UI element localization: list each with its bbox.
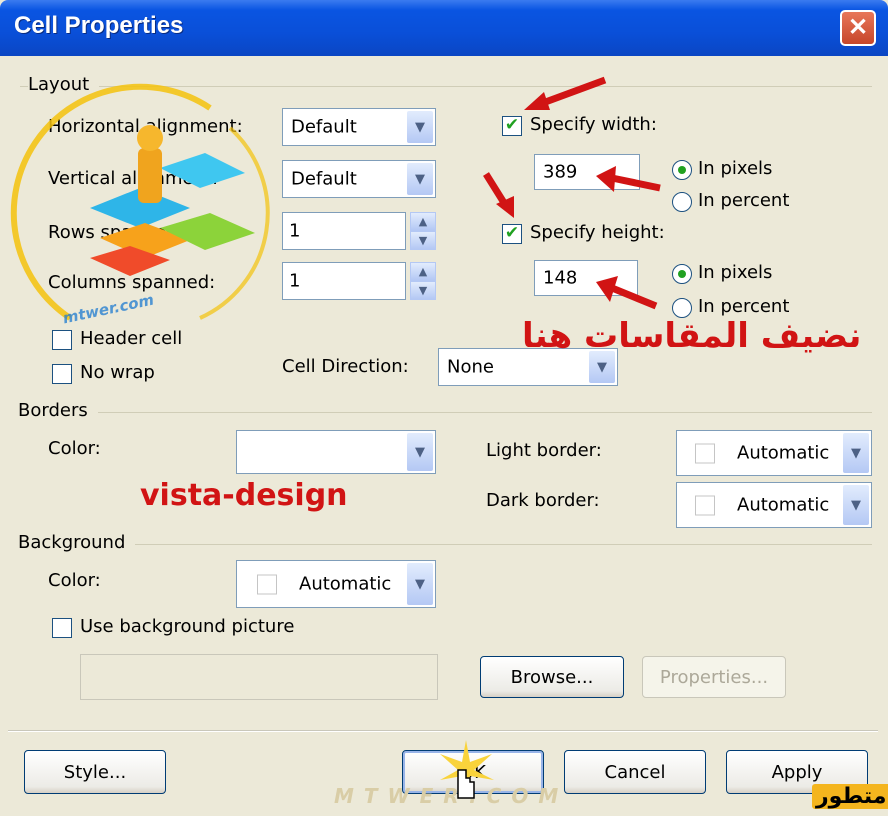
use-background-picture-checkbox[interactable] <box>52 618 72 638</box>
height-in-pixels-label: In pixels <box>698 262 773 283</box>
specify-width-checkbox[interactable]: ✔ <box>502 116 522 136</box>
height-in-percent-label: In percent <box>698 296 790 317</box>
chevron-down-icon[interactable]: ▼ <box>407 563 433 605</box>
spin-up-icon[interactable]: ▲ <box>410 212 436 231</box>
no-wrap-label: No wrap <box>80 362 155 383</box>
borders-group-line <box>20 412 872 413</box>
dark-border-label: Dark border: <box>486 490 600 511</box>
specify-height-label: Specify height: <box>530 222 665 243</box>
spin-down-icon[interactable]: ▼ <box>410 281 436 300</box>
chevron-down-icon[interactable]: ▼ <box>407 111 433 143</box>
corner-logo: متطور <box>812 784 888 809</box>
style-button[interactable]: Style... <box>24 750 166 794</box>
vista-design-annotation: vista-design <box>140 478 348 513</box>
spin-down-icon[interactable]: ▼ <box>410 231 436 250</box>
background-group-label: Background <box>18 532 136 553</box>
close-icon: ✕ <box>847 14 869 41</box>
annotation-arrow <box>524 76 607 110</box>
height-in-pixels-radio[interactable] <box>672 264 692 284</box>
chevron-down-icon[interactable]: ▼ <box>407 163 433 195</box>
no-wrap-checkbox[interactable] <box>52 364 72 384</box>
borders-group-label: Borders <box>18 400 98 421</box>
close-button[interactable]: ✕ <box>840 10 876 46</box>
rows-spanned-stepper[interactable]: ▲ ▼ <box>410 212 436 250</box>
annotation-arrow <box>483 172 514 218</box>
color-swatch <box>695 443 715 464</box>
dark-border-select[interactable]: Automatic ▼ <box>676 482 872 528</box>
color-swatch <box>257 574 277 595</box>
width-in-percent-radio[interactable] <box>672 192 692 212</box>
annotation-arrow <box>596 166 661 192</box>
borders-color-select[interactable]: ▼ <box>236 430 436 474</box>
borders-color-label: Color: <box>48 438 101 459</box>
columns-spanned-stepper[interactable]: ▲ ▼ <box>410 262 436 300</box>
specify-height-checkbox[interactable]: ✔ <box>502 224 522 244</box>
width-in-pixels-radio[interactable] <box>672 160 692 180</box>
background-picture-path-input[interactable] <box>80 654 438 700</box>
chevron-down-icon[interactable]: ▼ <box>407 433 433 471</box>
cancel-button[interactable]: Cancel <box>564 750 706 794</box>
height-in-percent-radio[interactable] <box>672 298 692 318</box>
annotation-arrow <box>596 276 658 310</box>
color-swatch <box>695 495 715 516</box>
columns-spanned-input[interactable]: 1 <box>282 262 406 300</box>
rows-spanned-input[interactable]: 1 <box>282 212 406 250</box>
cell-direction-label: Cell Direction: <box>282 356 409 377</box>
light-border-label: Light border: <box>486 440 602 461</box>
light-border-select[interactable]: Automatic ▼ <box>676 430 872 476</box>
use-background-picture-label: Use background picture <box>80 616 295 637</box>
background-color-select[interactable]: Automatic ▼ <box>236 560 436 608</box>
background-group-line <box>20 544 872 545</box>
horizontal-alignment-select[interactable]: Default ▼ <box>282 108 436 146</box>
specify-width-label: Specify width: <box>530 114 657 135</box>
vertical-alignment-select[interactable]: Default ▼ <box>282 160 436 198</box>
width-in-pixels-label: In pixels <box>698 158 773 179</box>
properties-button[interactable]: Properties... <box>642 656 786 698</box>
chevron-down-icon[interactable]: ▼ <box>843 433 869 473</box>
window-title: Cell Properties <box>14 12 184 39</box>
background-color-label: Color: <box>48 570 101 591</box>
arabic-annotation: نضيف المقاسات هنا <box>522 316 862 356</box>
browse-button[interactable]: Browse... <box>480 656 624 698</box>
spin-up-icon[interactable]: ▲ <box>410 262 436 281</box>
chevron-down-icon[interactable]: ▼ <box>843 485 869 525</box>
title-bar[interactable]: Cell Properties ✕ <box>0 0 888 56</box>
watermark-bottom: MTWER.COM <box>334 784 569 808</box>
width-in-percent-label: In percent <box>698 190 790 211</box>
